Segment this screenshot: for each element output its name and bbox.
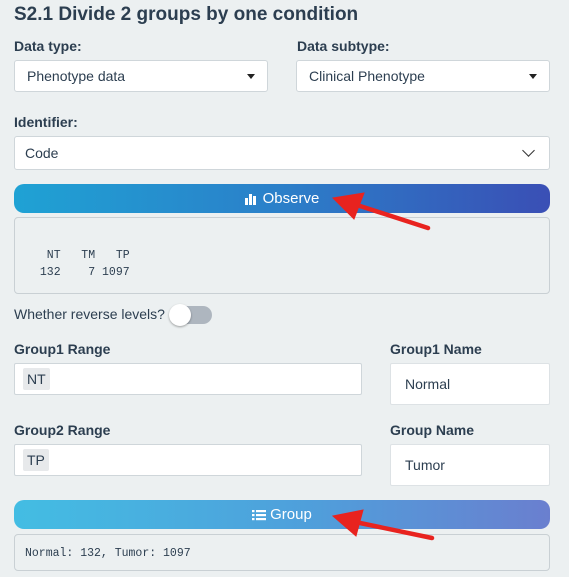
group2-range-label: Group2 Range [14, 422, 111, 438]
observe-button[interactable]: Observe [14, 184, 550, 213]
group1-name-value: Normal [405, 376, 451, 392]
group-button-label: Group [270, 506, 312, 523]
reverse-levels-label: Whether reverse levels? [14, 306, 165, 322]
observe-output: NT TM TP 132 7 1097 [14, 217, 550, 294]
data-type-value: Phenotype data [27, 68, 126, 84]
caret-down-icon [247, 73, 255, 79]
toggle-knob[interactable] [169, 304, 191, 326]
section-title: S2.1 Divide 2 groups by one condition [14, 4, 359, 25]
data-subtype-label: Data subtype: [297, 38, 390, 54]
bar-chart-icon [244, 193, 256, 205]
observe-output-header: NT TM TP [33, 249, 130, 262]
data-subtype-select[interactable]: Clinical Phenotype [296, 60, 550, 92]
group2-range-tag: TP [23, 449, 49, 471]
caret-down-icon [529, 73, 537, 79]
group2-range-input[interactable]: TP [14, 444, 362, 476]
group2-name-label: Group Name [390, 422, 475, 438]
group1-name-label: Group1 Name [390, 341, 482, 357]
group1-range-input[interactable]: NT [14, 363, 362, 395]
list-icon [252, 509, 267, 520]
group1-range-tag: NT [23, 368, 50, 390]
group-button[interactable]: Group [14, 500, 550, 529]
group2-name-input[interactable]: Tumor [390, 444, 550, 486]
group1-name-input[interactable]: Normal [390, 363, 550, 405]
identifier-value: Code [25, 145, 59, 161]
data-subtype-value: Clinical Phenotype [309, 68, 425, 84]
chevron-down-icon [522, 144, 535, 157]
data-type-select[interactable]: Phenotype data [14, 60, 268, 92]
identifier-label: Identifier: [14, 114, 78, 130]
observe-button-label: Observe [262, 190, 320, 207]
identifier-select[interactable]: Code [14, 136, 550, 170]
group2-name-value: Tumor [405, 457, 445, 473]
group1-range-label: Group1 Range [14, 341, 111, 357]
observe-output-values: 132 7 1097 [33, 266, 130, 279]
data-type-label: Data type: [14, 38, 82, 54]
group-output: Normal: 132, Tumor: 1097 [14, 534, 550, 571]
